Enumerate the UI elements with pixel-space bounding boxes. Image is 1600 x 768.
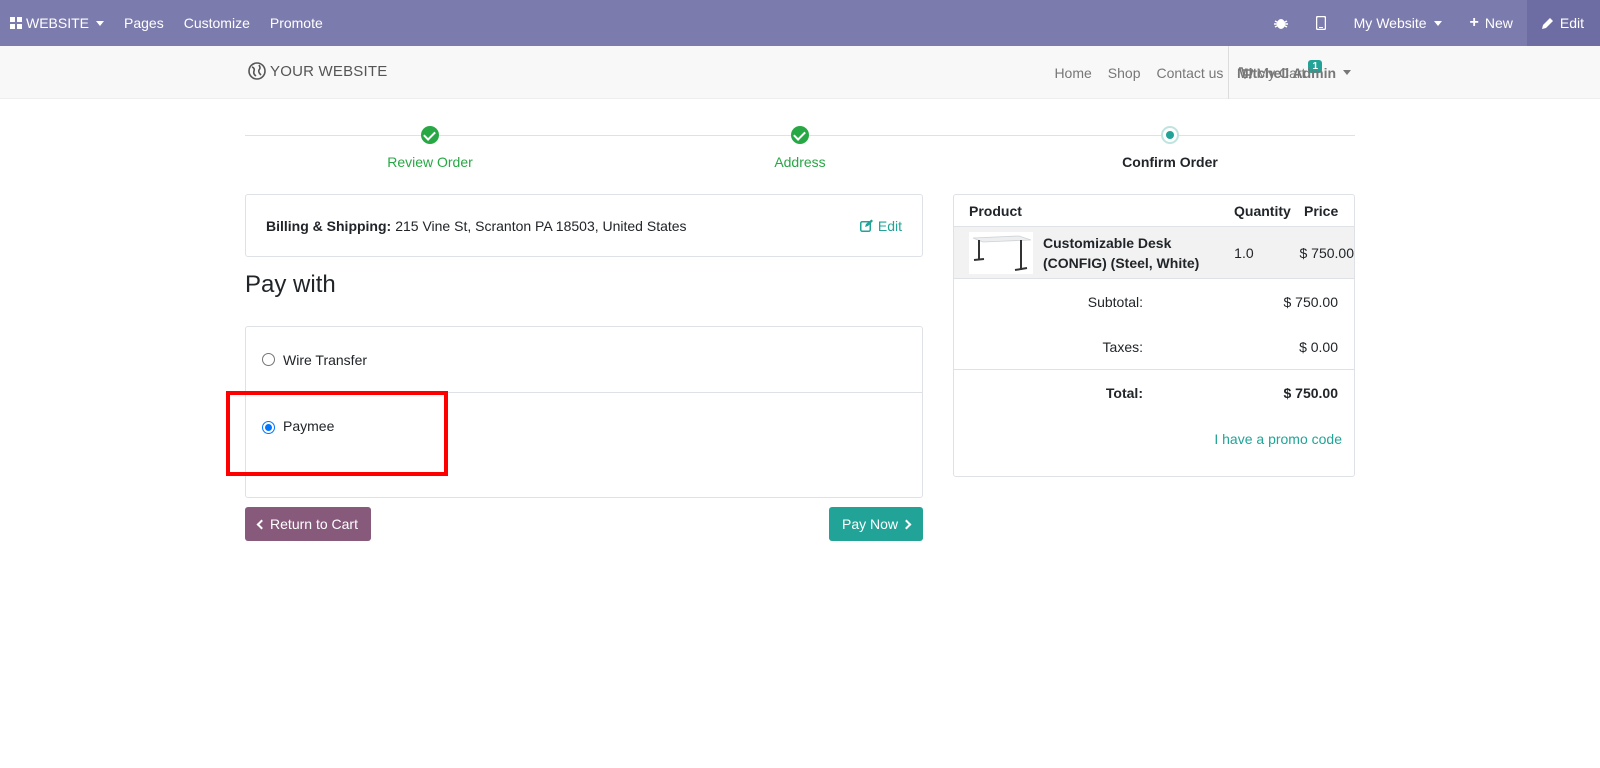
subtotal-value: $ 750.00 — [1283, 293, 1339, 310]
website-switcher[interactable]: My Website — [1340, 0, 1456, 46]
website-apps-menu[interactable]: WEBSITE — [0, 0, 114, 46]
wizard-step-review-order[interactable]: Review Order — [330, 126, 530, 170]
edit-icon — [859, 219, 873, 232]
website-header: YOUR WEBSITE Home Shop Contact us My Car… — [0, 46, 1600, 99]
nav-contact[interactable]: Contact us — [1149, 65, 1232, 81]
new-button[interactable]: + New — [1456, 0, 1527, 46]
return-label: Return to Cart — [270, 516, 358, 532]
taxes-row: Taxes: $ 0.00 — [954, 324, 1354, 369]
order-summary: Product Quantity Price Customizable Desk… — [953, 194, 1355, 477]
payment-methods-card: Wire Transfer Paymee — [245, 326, 923, 498]
payment-radio-paymee[interactable] — [262, 421, 275, 434]
total-row: Total: $ 750.00 — [954, 369, 1354, 415]
header-quantity: Quantity — [1234, 202, 1291, 219]
nav-home[interactable]: Home — [1046, 65, 1099, 81]
website-switcher-label: My Website — [1353, 15, 1427, 31]
subtotal-label: Subtotal: — [1087, 293, 1143, 310]
edit-label: Edit — [877, 217, 902, 234]
chevron-left-icon — [256, 519, 267, 529]
billing-label: Billing & Shipping: — [266, 217, 392, 234]
edit-label: Edit — [1559, 15, 1584, 31]
total-value: $ 750.00 — [1283, 384, 1339, 401]
pages-menu[interactable]: Pages — [114, 0, 174, 46]
check-circle-icon — [421, 126, 439, 144]
taxes-value: $ 0.00 — [1299, 338, 1338, 355]
mobile-preview-button[interactable] — [1302, 0, 1340, 46]
product-name[interactable]: Customizable Desk (CONFIG) (Steel, White… — [1043, 233, 1231, 273]
billing-address: 215 Vine St, Scranton PA 18503, United S… — [395, 217, 687, 234]
payment-method-name: Wire Transfer — [283, 351, 368, 368]
customize-menu[interactable]: Customize — [174, 0, 260, 46]
globe-icon — [248, 62, 266, 80]
promo-code-link[interactable]: I have a promo code — [1214, 431, 1342, 447]
site-logo[interactable]: YOUR WEBSITE — [248, 62, 387, 80]
payment-option-wire-transfer[interactable]: Wire Transfer — [246, 327, 922, 393]
wizard-step-label: Address — [774, 154, 826, 170]
wizard-step-label: Confirm Order — [1122, 154, 1218, 170]
header-price: Price — [1304, 202, 1339, 219]
caret-down-icon — [1343, 70, 1352, 75]
edit-button[interactable]: Edit — [1526, 0, 1600, 46]
product-price: $ 750.00 — [1299, 244, 1355, 261]
caret-down-icon — [1433, 20, 1442, 26]
pencil-icon — [1541, 17, 1553, 29]
check-circle-icon — [791, 126, 809, 144]
summary-header-row: Product Quantity Price — [954, 195, 1354, 227]
product-image — [969, 231, 1033, 274]
caret-down-icon — [96, 20, 105, 26]
product-quantity: 1.0 — [1234, 244, 1254, 261]
admin-navbar: WEBSITE Pages Customize Promote My Websi… — [0, 0, 1600, 46]
nav-shop[interactable]: Shop — [1100, 65, 1149, 81]
bug-icon — [1273, 19, 1288, 29]
subtotal-row: Subtotal: $ 750.00 — [954, 279, 1354, 324]
pay-with-title: Pay with — [245, 271, 336, 298]
current-step-icon — [1161, 126, 1179, 144]
return-to-cart-button[interactable]: Return to Cart — [245, 507, 371, 541]
promote-menu[interactable]: Promote — [260, 0, 333, 46]
user-name: Mitchell Admin — [1237, 64, 1337, 81]
apps-grid-icon — [10, 17, 22, 29]
billing-shipping-card: Billing & Shipping: 215 Vine St, Scranto… — [245, 194, 923, 257]
pay-now-button[interactable]: Pay Now — [829, 507, 923, 541]
header-product: Product — [969, 202, 1022, 219]
order-line: Customizable Desk (CONFIG) (Steel, White… — [954, 227, 1354, 279]
new-label: New — [1484, 15, 1513, 31]
website-menu-label: WEBSITE — [26, 15, 90, 31]
edit-address-link[interactable]: Edit — [859, 217, 902, 234]
debug-button[interactable] — [1260, 0, 1302, 46]
wizard-step-address[interactable]: Address — [700, 126, 900, 170]
mobile-icon — [1315, 16, 1326, 30]
payment-radio-wire-transfer[interactable] — [262, 353, 275, 366]
pay-now-label: Pay Now — [841, 516, 899, 532]
wizard-step-label: Review Order — [387, 154, 473, 170]
desk-image-icon — [972, 235, 1032, 271]
plus-icon: + — [1469, 14, 1479, 31]
taxes-label: Taxes: — [1102, 338, 1143, 355]
chevron-right-icon — [901, 519, 912, 529]
payment-option-paymee[interactable]: Paymee — [246, 393, 922, 463]
checkout-progress-wizard: Review Order Address Confirm Order — [245, 126, 1355, 176]
wizard-step-confirm-order: Confirm Order — [1070, 126, 1270, 170]
logo-text: YOUR WEBSITE — [270, 62, 388, 80]
payment-method-name: Paymee — [283, 418, 335, 434]
user-menu[interactable]: Mitchell Admin — [1228, 46, 1352, 99]
total-label: Total: — [1105, 384, 1143, 401]
